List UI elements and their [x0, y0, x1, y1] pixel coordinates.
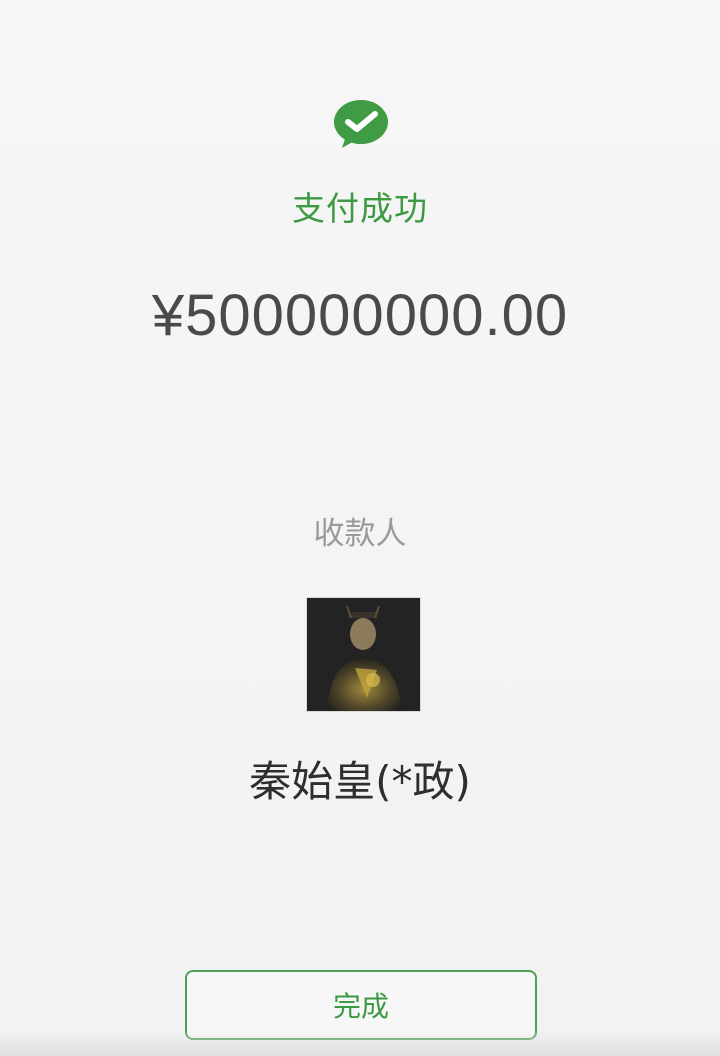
- payment-amount: ¥500000000.00: [151, 283, 569, 348]
- payee-label: 收款人: [313, 516, 407, 552]
- payee-name: 秦始皇(*政): [249, 757, 471, 806]
- payee-avatar: [306, 597, 421, 712]
- payment-success-screen: 支付成功 ¥500000000.00 收款人 秦始皇(*政) 完成: [0, 0, 720, 1056]
- wechat-pay-check-icon: [332, 96, 390, 154]
- done-button[interactable]: 完成: [185, 970, 537, 1040]
- payment-status-title: 支付成功: [292, 189, 428, 228]
